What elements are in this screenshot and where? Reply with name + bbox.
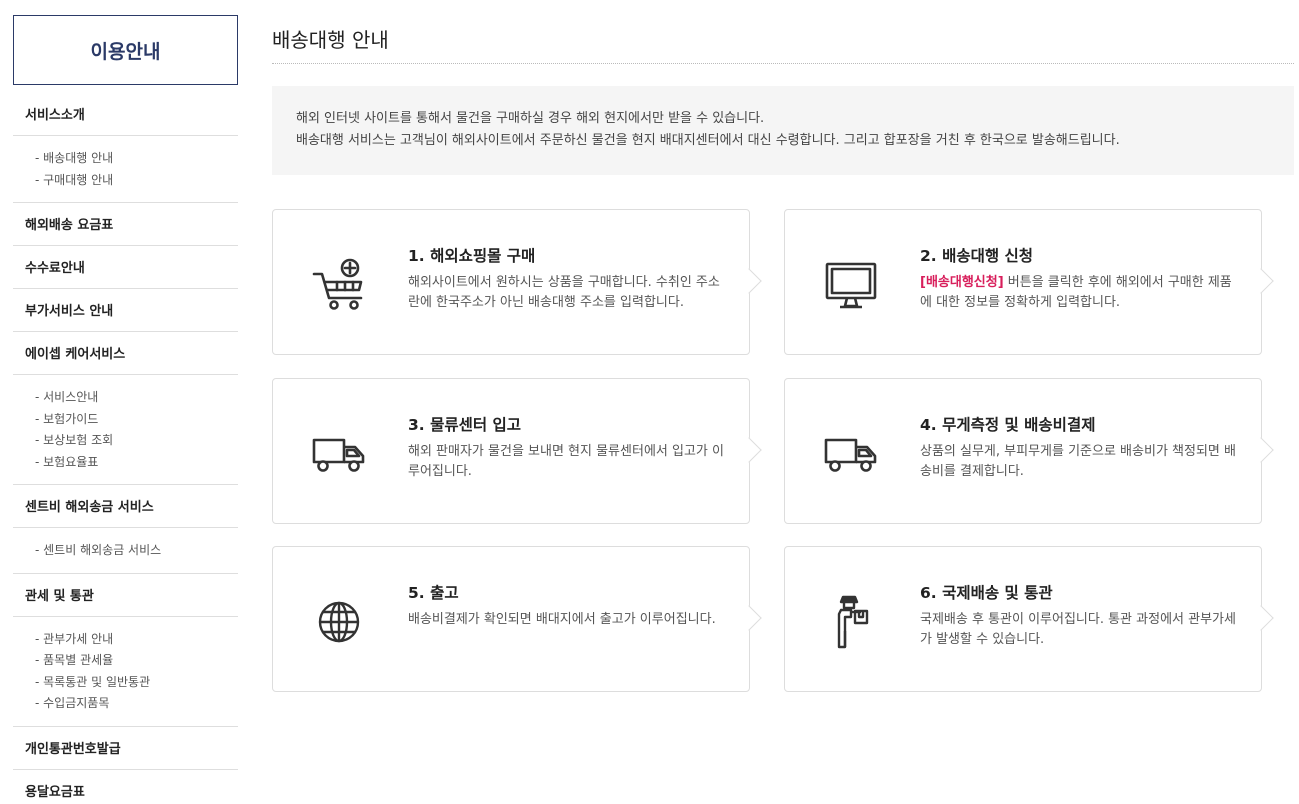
globe-icon <box>309 591 369 651</box>
process-steps: 1. 해외쇼핑몰 구매 해외사이트에서 원하시는 상품을 구매합니다. 수취인 … <box>272 209 1294 693</box>
truck-icon <box>821 423 881 483</box>
sidebar-subitem-insurance-rates[interactable]: - 보험요율표 <box>35 452 238 474</box>
sidebar-item-service-intro[interactable]: 서비스소개 <box>13 93 238 136</box>
step-card-2: 2. 배송대행 신청 [배송대행신청] 버튼을 클릭한 후에 해외에서 구매한 … <box>784 209 1274 355</box>
next-arrow <box>736 605 762 631</box>
step-description: 국제배송 후 통관이 이루어집니다. 통관 과정에서 관부가세가 발생할 수 있… <box>920 612 1236 647</box>
sidebar-subitem-insurance-guide[interactable]: - 보험가이드 <box>35 409 238 431</box>
next-arrow <box>1248 605 1274 631</box>
next-arrow <box>1248 437 1274 463</box>
sidebar-item-fees[interactable]: 수수료안내 <box>13 246 238 289</box>
step-card-4: 4. 무게측정 및 배송비결제 상품의 실무게, 부피무게를 기준으로 배송비가… <box>784 378 1274 524</box>
sidebar-submenu-sentbe: - 센트비 해외송금 서비스 <box>13 528 238 574</box>
delivery-person-icon <box>821 591 881 651</box>
step-description: 상품의 실무게, 부피무게를 기준으로 배송비가 책정되면 배송비를 결제합니다… <box>920 444 1236 479</box>
next-arrow <box>736 437 762 463</box>
sidebar-item-customs-id[interactable]: 개인통관번호발급 <box>13 727 238 770</box>
sidebar-subitem-list-clearance[interactable]: - 목록통관 및 일반통관 <box>35 672 238 694</box>
intro-line-1: 해외 인터넷 사이트를 통해서 물건을 구매하실 경우 해외 현지에서만 받을 … <box>296 111 765 126</box>
sidebar-subitem-prohibited-items[interactable]: - 수입금지품목 <box>35 693 238 715</box>
step-description: 해외 판매자가 물건을 보내면 현지 물류센터에서 입고가 이루어집니다. <box>408 444 724 479</box>
sidebar-subitem-duties-guide[interactable]: - 관부가세 안내 <box>35 629 238 651</box>
cart-icon <box>309 254 369 314</box>
step-title: 5. 출고 <box>408 584 459 602</box>
sidebar-subitem-shipping-agency[interactable]: - 배송대행 안내 <box>35 148 238 170</box>
monitor-icon <box>821 254 881 314</box>
sidebar-menu: 서비스소개 - 배송대행 안내 - 구매대행 안내 해외배송 요금표 수수료안내… <box>13 93 238 804</box>
next-arrow <box>736 268 762 294</box>
step-description: 배송비결제가 확인되면 배대지에서 출고가 이루어집니다. <box>408 612 716 627</box>
step-title: 4. 무게측정 및 배송비결제 <box>920 416 1096 434</box>
next-arrow <box>1248 268 1274 294</box>
intro-line-2: 배송대행 서비스는 고객님이 해외사이트에서 주문하신 물건을 현지 배대지센터… <box>296 133 1120 148</box>
sidebar-item-care-service[interactable]: 에이셉 케어서비스 <box>13 332 238 375</box>
intro-box: 해외 인터넷 사이트를 통해서 물건을 구매하실 경우 해외 현지에서만 받을 … <box>272 86 1294 175</box>
truck-icon <box>309 423 369 483</box>
sidebar-item-truck-rates[interactable]: 용달요금표 <box>13 770 238 804</box>
step-card-5: 5. 출고 배송비결제가 확인되면 배대지에서 출고가 이루어집니다. <box>272 546 762 692</box>
main-content: 배송대행 안내 해외 인터넷 사이트를 통해서 물건을 구매하실 경우 해외 현… <box>272 0 1294 693</box>
step-description: [배송대행신청] 버튼을 클릭한 후에 해외에서 구매한 제품에 대한 정보를 … <box>920 273 1240 312</box>
sidebar-subitem-tariff-by-item[interactable]: - 품목별 관세율 <box>35 650 238 672</box>
step-description: 해외사이트에서 원하시는 상품을 구매합니다. 수취인 주소란에 한국주소가 아… <box>408 275 720 310</box>
sidebar-submenu-service-intro: - 배송대행 안내 - 구매대행 안내 <box>13 136 238 203</box>
step-title: 2. 배송대행 신청 <box>920 247 1034 265</box>
page-title: 배송대행 안내 <box>272 0 1294 64</box>
sidebar-subitem-insurance-lookup[interactable]: - 보상보험 조회 <box>35 430 238 452</box>
step-card-3: 3. 물류센터 입고 해외 판매자가 물건을 보내면 현지 물류센터에서 입고가… <box>272 378 762 524</box>
step-title: 3. 물류센터 입고 <box>408 416 522 434</box>
step-title: 1. 해외쇼핑몰 구매 <box>408 247 536 265</box>
sidebar: 이용안내 서비스소개 - 배송대행 안내 - 구매대행 안내 해외배송 요금표 … <box>13 15 238 804</box>
sidebar-submenu-care-service: - 서비스안내 - 보험가이드 - 보상보험 조회 - 보험요율표 <box>13 375 238 485</box>
apply-shipping-highlight: [배송대행신청] <box>920 275 1004 290</box>
sidebar-subitem-purchase-agency[interactable]: - 구매대행 안내 <box>35 170 238 192</box>
step-title: 6. 국제배송 및 통관 <box>920 584 1053 602</box>
sidebar-item-additional-services[interactable]: 부가서비스 안내 <box>13 289 238 332</box>
step-card-6: 6. 국제배송 및 통관 국제배송 후 통관이 이루어집니다. 통관 과정에서 … <box>784 546 1274 692</box>
step-card-1: 1. 해외쇼핑몰 구매 해외사이트에서 원하시는 상품을 구매합니다. 수취인 … <box>272 209 762 355</box>
sidebar-title: 이용안내 <box>13 15 238 85</box>
sidebar-subitem-service-guide[interactable]: - 서비스안내 <box>35 387 238 409</box>
sidebar-submenu-customs: - 관부가세 안내 - 품목별 관세율 - 목록통관 및 일반통관 - 수입금지… <box>13 617 238 727</box>
sidebar-item-customs[interactable]: 관세 및 통관 <box>13 574 238 617</box>
sidebar-item-sentbe-remittance[interactable]: 센트비 해외송금 서비스 <box>13 485 238 528</box>
sidebar-subitem-sentbe-remittance[interactable]: - 센트비 해외송금 서비스 <box>35 540 238 562</box>
sidebar-item-shipping-rates[interactable]: 해외배송 요금표 <box>13 203 238 246</box>
